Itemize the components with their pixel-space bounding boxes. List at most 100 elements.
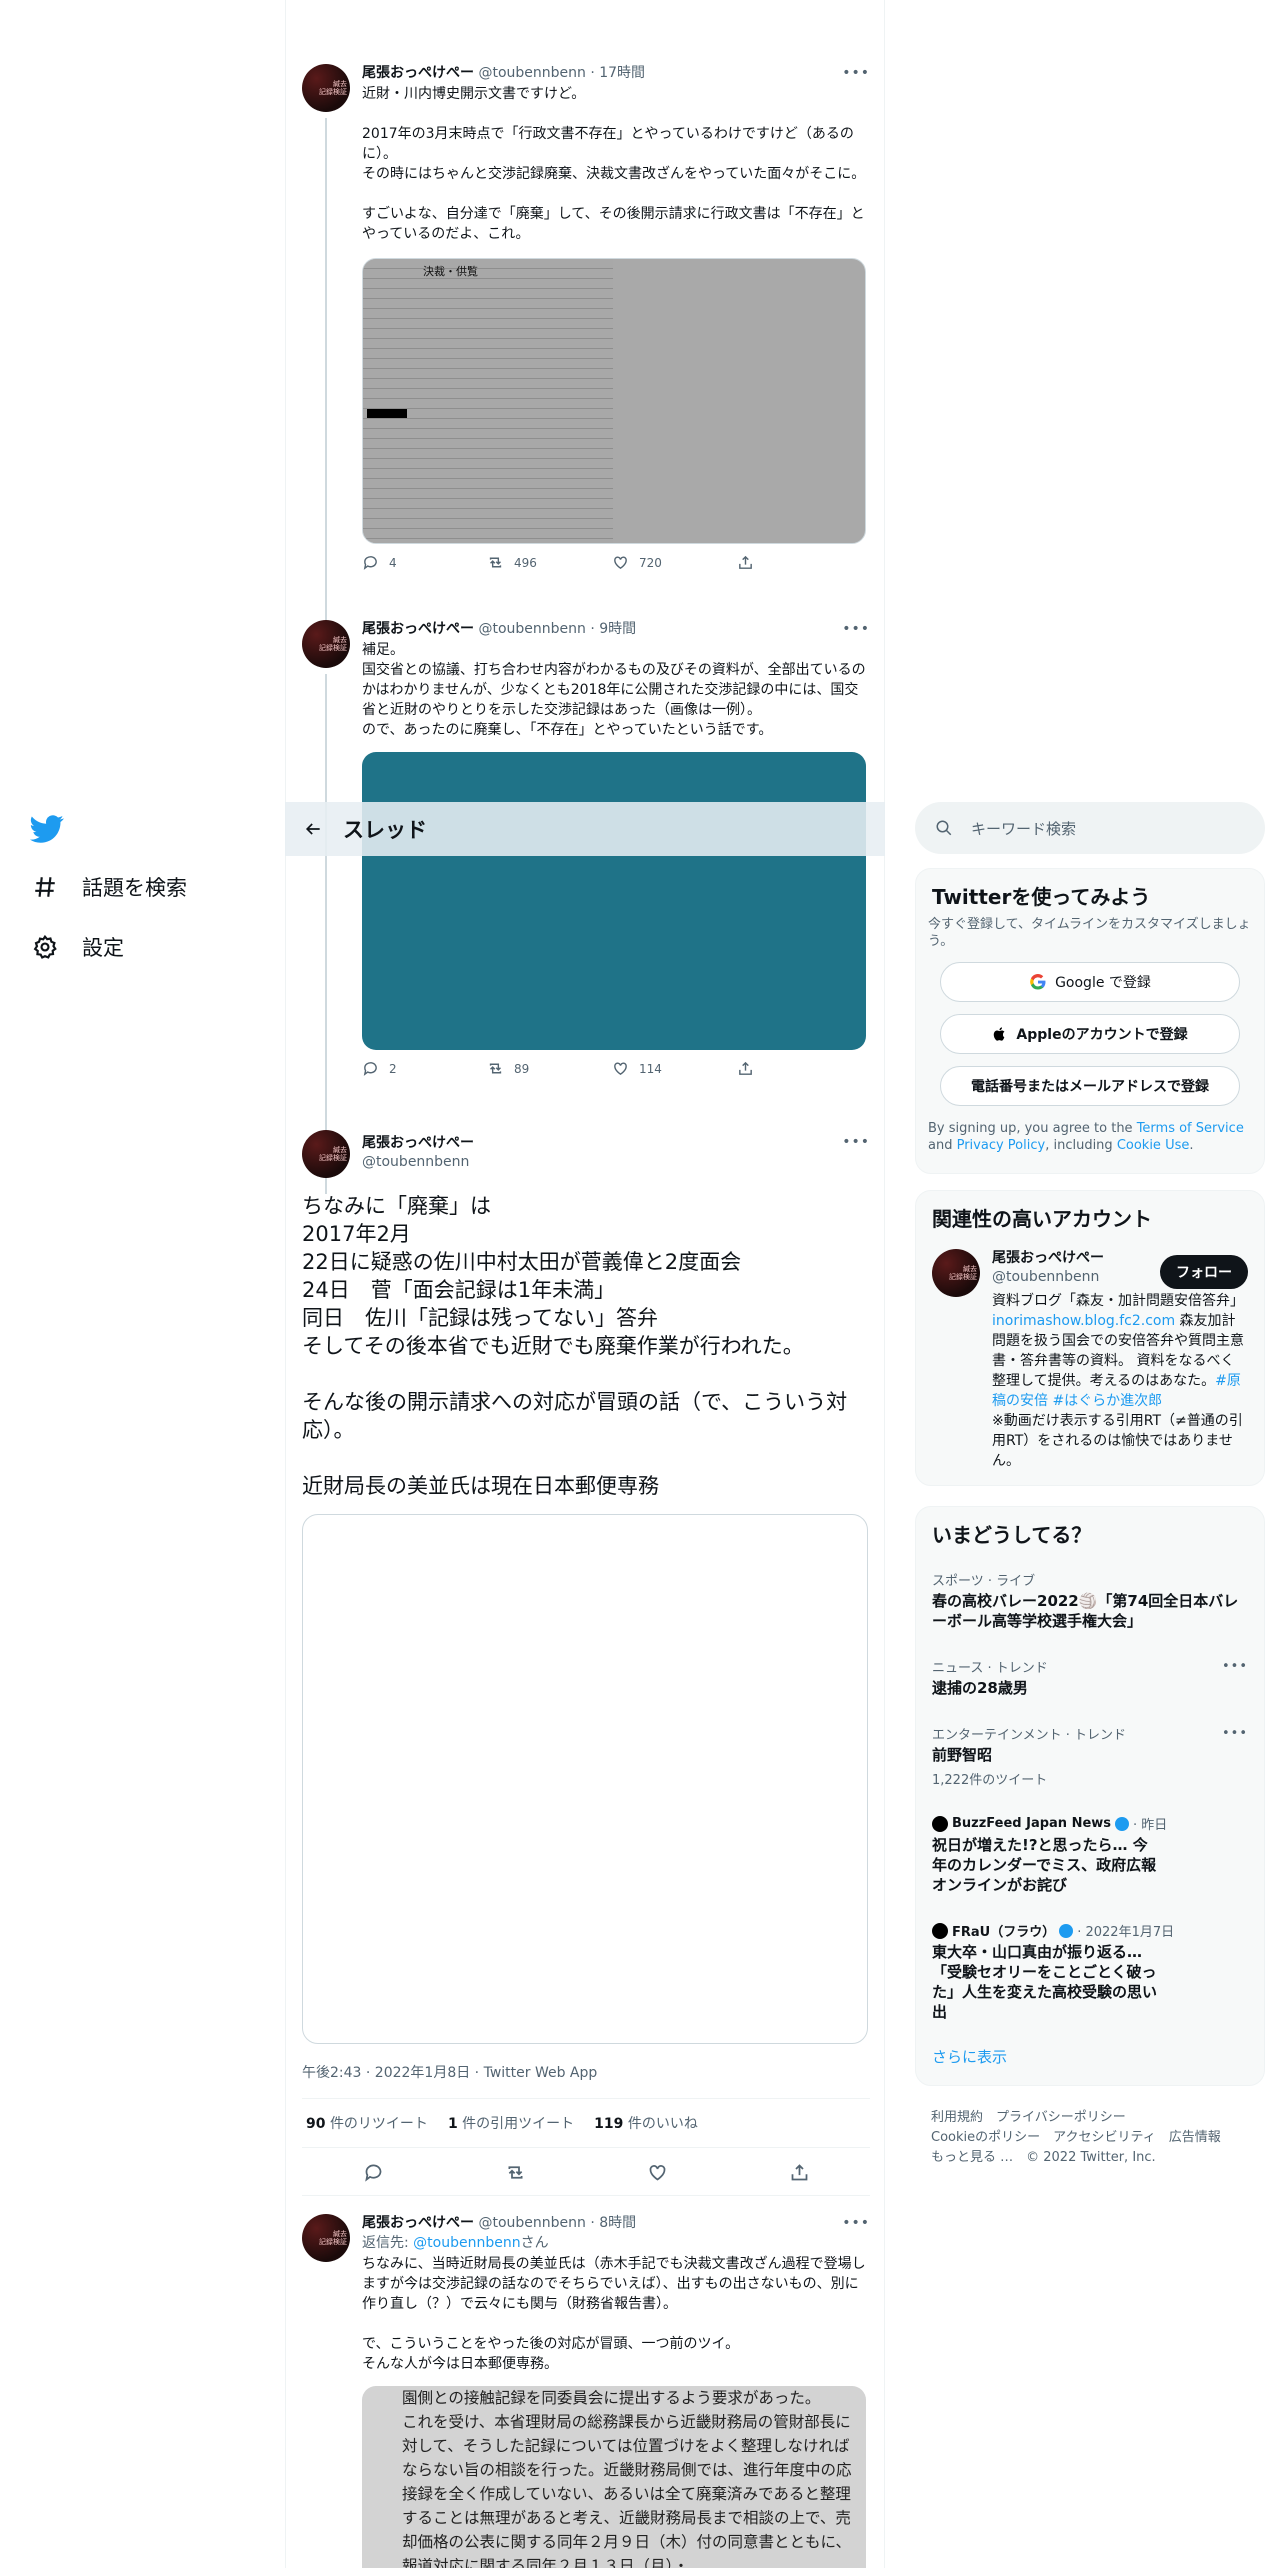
- trend-item[interactable]: エンターテインメント · トレンド 前野智昭 1,222件のツイート •••: [916, 1714, 1264, 1798]
- replying-to: 返信先: @toubennbennさん: [362, 2235, 549, 2251]
- author-name[interactable]: 尾張おっぺけぺー: [362, 2215, 474, 2231]
- tweet-time[interactable]: · 17時間: [590, 65, 645, 81]
- trend-category: エンターテインメント · トレンド: [932, 1728, 1127, 1743]
- footer-line[interactable]: もっと見る … © 2022 Twitter, Inc.: [931, 2148, 1251, 2168]
- more-options-icon[interactable]: •••: [842, 1134, 870, 1150]
- like-button[interactable]: 720: [612, 554, 737, 571]
- nav-settings[interactable]: 設定: [30, 932, 124, 962]
- tweet-image[interactable]: [362, 752, 866, 1050]
- terms-link[interactable]: Terms of Service: [1137, 1121, 1244, 1136]
- retweet-button[interactable]: 496: [487, 554, 612, 571]
- nav-explore[interactable]: 話題を検索: [30, 872, 187, 902]
- author-name[interactable]: 尾張おっぺけぺー: [362, 65, 474, 81]
- related-bio: 資料ブログ「森友・加計問題安倍答弁」 inorimashow.blog.fc2.…: [992, 1293, 1244, 1469]
- phone-email-signup-button[interactable]: 電話番号またはメールアドレスで登録: [940, 1066, 1240, 1106]
- news-item[interactable]: BuzzFeed Japan News · 昨日 祝日が増えた!?と思ったら… …: [916, 1804, 1264, 1905]
- trends-title: いまどうしてる？: [932, 1523, 1092, 1547]
- tweet-timestamp[interactable]: 午後2:43 · 2022年1月8日 · Twitter Web App: [302, 2062, 597, 2082]
- retweet-button[interactable]: 89: [487, 1060, 612, 1077]
- more-options-icon[interactable]: •••: [1222, 1659, 1248, 1674]
- thread-tweet[interactable]: 緘去 記録検証 尾張おっぺけぺー @toubennbenn · 9時間 ••• 補…: [286, 616, 884, 1194]
- avatar[interactable]: 緘去 記録検証: [302, 2214, 350, 2262]
- apple-signup-button[interactable]: Appleのアカウントで登録: [940, 1014, 1240, 1054]
- trend-item[interactable]: ニュース · トレンド 逮捕の28歳男 •••: [916, 1647, 1264, 1708]
- footer-line[interactable]: Cookieのポリシー アクセシビリティ 広告情報: [931, 2128, 1251, 2148]
- tweet-stats: 90 件のリツイート 1 件の引用ツイート 119 件のいいね: [302, 2098, 870, 2148]
- avatar[interactable]: 緘去 記録検証: [302, 64, 350, 112]
- author-name[interactable]: 尾張おっぺけぺー: [362, 621, 474, 637]
- retweet-icon: [489, 557, 502, 568]
- footer-line[interactable]: 利用規約 プライバシーポリシー: [931, 2108, 1251, 2128]
- retweet-count: 89: [514, 1061, 530, 1076]
- follow-button[interactable]: フォロー: [1160, 1255, 1248, 1289]
- author-name[interactable]: 尾張おっぺけぺー: [362, 1134, 474, 1153]
- more-options-icon[interactable]: •••: [1222, 1726, 1248, 1741]
- source-logo-icon: [932, 1922, 948, 1939]
- footer-links: 利用規約 プライバシーポリシー Cookieのポリシー アクセシビリティ 広告情…: [931, 2108, 1251, 2168]
- retweet-icon: [489, 1063, 502, 1074]
- google-signup-button[interactable]: Google で登録: [940, 962, 1240, 1002]
- reply-button[interactable]: 2: [362, 1060, 487, 1077]
- related-title: 関連性の高いアカウント: [932, 1207, 1152, 1231]
- trend-item[interactable]: スポーツ · ライブ 春の高校バレー2022🏐「第74回全日本バレーボール高等学…: [916, 1560, 1264, 1641]
- reply-icon: [363, 1062, 377, 1076]
- author-handle[interactable]: @toubennbenn: [478, 65, 585, 81]
- more-options-icon[interactable]: •••: [842, 2214, 870, 2232]
- share-button[interactable]: [737, 1060, 862, 1077]
- reply-button[interactable]: 4: [362, 554, 487, 571]
- search-input[interactable]: キーワード検索: [915, 802, 1265, 854]
- tweet-time[interactable]: · 9時間: [590, 621, 636, 637]
- tweet-text: 補足。 国交省との協議、打ち合わせ内容がわかるもの及びその資料が、全部出ているの…: [362, 642, 866, 738]
- share-button[interactable]: [737, 554, 862, 571]
- author-handle[interactable]: @toubennbenn: [362, 1153, 474, 1172]
- twitter-logo-icon[interactable]: [30, 812, 64, 846]
- news-item[interactable]: FRaU（フラウ） · 2022年1月7日 東大卒・山口真由が振り返る…「受験セ…: [916, 1911, 1264, 2032]
- apple-icon: [994, 1027, 1005, 1041]
- heart-icon[interactable]: [647, 2162, 668, 2183]
- tweet-time[interactable]: · 8時間: [590, 2215, 636, 2231]
- tweet-image[interactable]: 決裁・供覧: [362, 258, 866, 544]
- quotes-stat[interactable]: 1 件の引用ツイート: [448, 2113, 574, 2133]
- more-options-icon[interactable]: •••: [842, 620, 870, 638]
- likes-stat[interactable]: 119 件のいいね: [594, 2113, 698, 2133]
- search-placeholder: キーワード検索: [971, 819, 1077, 838]
- tweet-header: 尾張おっぺけぺー @toubennbenn · 9時間 •••: [362, 620, 870, 638]
- reply-tweet[interactable]: 緘去 記録検証 尾張おっぺけぺー @toubennbenn · 8時間 ••• 返…: [286, 2212, 884, 2568]
- thread-column: 緘去 記録検証 尾張おっぺけぺー @toubennbenn · 17時間 ••• …: [285, 0, 885, 2568]
- related-accounts-panel: 関連性の高いアカウント 緘去 記録検証 尾張おっぺけぺー @toubennbenn…: [915, 1190, 1265, 1486]
- retweet-icon[interactable]: [505, 2162, 526, 2183]
- back-arrow-icon[interactable]: [285, 819, 341, 839]
- related-name: 尾張おっぺけぺー: [992, 1250, 1104, 1266]
- share-icon[interactable]: [789, 2162, 810, 2183]
- nav-explore-label: 話題を検索: [82, 876, 187, 900]
- author-handle[interactable]: @toubennbenn: [478, 2215, 585, 2231]
- cookie-link[interactable]: Cookie Use: [1117, 1138, 1190, 1153]
- tweet-image[interactable]: 園側との接触記録を同委員会に提出するよう要求があった。 これを受け、本省理財局の…: [362, 2386, 866, 2568]
- avatar[interactable]: 緘去 記録検証: [302, 1130, 350, 1178]
- main-tweet-author: 尾張おっぺけぺー @toubennbenn: [362, 1134, 474, 1172]
- thread-connector: [325, 674, 327, 1194]
- link-card[interactable]: [302, 1514, 868, 2044]
- news-source: FRaU（フラウ） · 2022年1月7日: [932, 1921, 1248, 1940]
- tweet-text: 近財・川内博史開示文書ですけど。 2017年の3月末時点で「行政文書不存在」とや…: [362, 86, 866, 242]
- related-account-info[interactable]: 尾張おっぺけぺー @toubennbenn: [992, 1249, 1104, 1287]
- avatar[interactable]: 緘去 記録検証: [302, 620, 350, 668]
- show-more-link[interactable]: さらに表示: [916, 2032, 1264, 2081]
- main-tweet-text: ちなみに「廃棄」は 2017年2月 22日に疑惑の佐川中村太田が菅義偉と2度面会…: [302, 1194, 848, 1498]
- source-logo-icon: [932, 1815, 948, 1832]
- image-caption: 決裁・供覧: [423, 265, 478, 278]
- trend-title: 春の高校バレー2022🏐「第74回全日本バレーボール高等学校選手権大会」: [932, 1592, 1239, 1630]
- author-handle[interactable]: @toubennbenn: [478, 621, 585, 637]
- more-options-icon[interactable]: •••: [842, 64, 870, 82]
- signup-title: Twitterを使ってみよう: [932, 885, 1151, 909]
- thread-tweet[interactable]: 緘去 記録検証 尾張おっぺけぺー @toubennbenn · 17時間 ••• …: [286, 60, 884, 668]
- avatar[interactable]: 緘去 記録検証: [932, 1249, 980, 1297]
- reply-to-link[interactable]: @toubennbenn: [413, 2235, 520, 2251]
- privacy-link[interactable]: Privacy Policy: [957, 1138, 1046, 1153]
- tweet-header: 尾張おっぺけぺー @toubennbenn · 17時間 •••: [362, 64, 870, 82]
- reply-icon[interactable]: [363, 2162, 384, 2183]
- bio-link[interactable]: inorimashow.blog.fc2.com: [992, 1313, 1175, 1329]
- like-button[interactable]: 114: [612, 1060, 737, 1077]
- signup-panel: Twitterを使ってみよう 今すぐ登録して、タイムラインをカスタマイズしましょ…: [915, 868, 1265, 1174]
- retweets-stat[interactable]: 90 件のリツイート: [306, 2113, 428, 2133]
